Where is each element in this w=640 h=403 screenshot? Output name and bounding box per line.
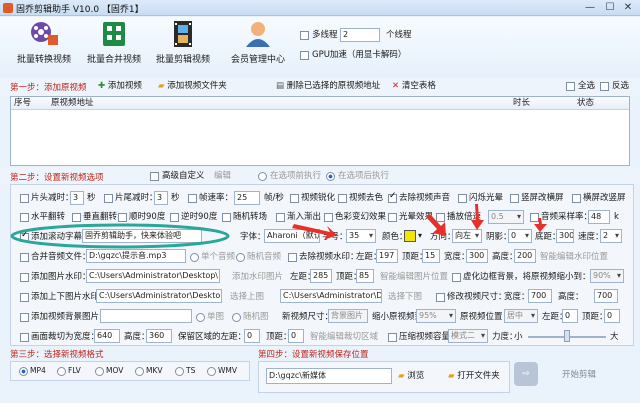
red-arrow-icon: [426, 214, 446, 236]
red-arrow-icon: [534, 218, 547, 232]
highlight-ellipse: [10, 223, 230, 249]
red-arrow-icon: [471, 204, 484, 230]
annotation-overlay: [10, 204, 547, 249]
red-arrow-icon: [292, 224, 337, 240]
